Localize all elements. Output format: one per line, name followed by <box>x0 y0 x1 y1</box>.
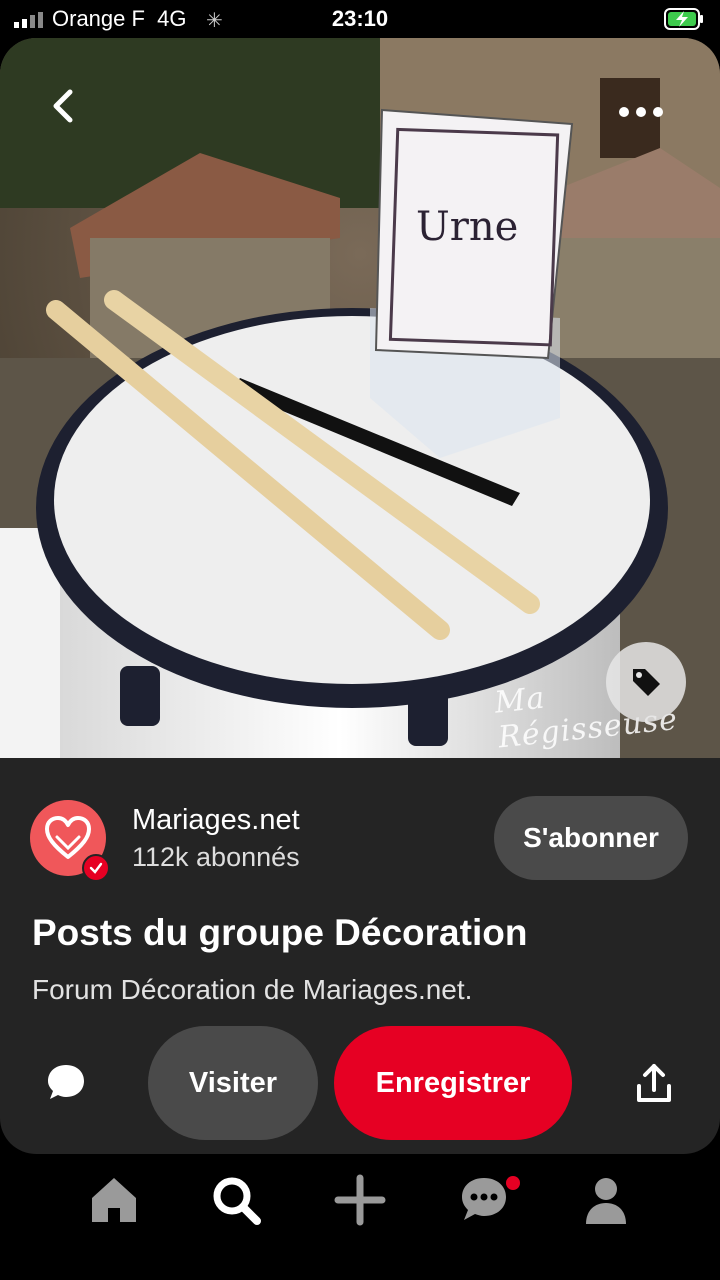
comment-icon[interactable] <box>44 1060 88 1104</box>
status-bar: Orange F 4G ✳ 23:10 <box>0 0 720 40</box>
search-icon[interactable] <box>208 1172 264 1228</box>
save-button[interactable]: Enregistrer <box>334 1026 572 1140</box>
clock: 23:10 <box>331 6 389 31</box>
visit-button[interactable]: Visiter <box>148 1026 318 1140</box>
heart-logo-icon <box>45 816 91 859</box>
share-icon[interactable] <box>632 1062 676 1106</box>
sign-text: Urne <box>416 204 519 250</box>
notification-dot <box>506 1176 520 1190</box>
pin-image[interactable]: Urne Ma Régisseuse <box>0 38 720 758</box>
shop-tag-button[interactable] <box>606 642 686 722</box>
chat-icon[interactable] <box>456 1172 512 1228</box>
pin-title: Posts du groupe Décoration <box>32 912 528 953</box>
pin-card: Urne Ma Régisseuse Mariages.net 112k abo… <box>0 38 720 1154</box>
profile-icon[interactable] <box>578 1172 634 1228</box>
plus-icon[interactable] <box>332 1172 388 1228</box>
home-icon[interactable] <box>86 1172 142 1228</box>
tag-icon <box>633 669 660 696</box>
bottom-nav <box>0 1154 720 1280</box>
source-name[interactable]: Mariages.net <box>132 804 300 837</box>
battery-charging-icon <box>664 8 703 30</box>
more-options-icon[interactable] <box>616 102 666 122</box>
verified-badge-icon <box>82 854 110 882</box>
follow-button[interactable]: S'abonner <box>494 796 688 880</box>
back-chevron-icon[interactable] <box>40 82 88 130</box>
pin-description: Forum Décoration de Mariages.net. <box>32 974 473 1005</box>
follower-count: 112k abonnés <box>132 842 300 872</box>
